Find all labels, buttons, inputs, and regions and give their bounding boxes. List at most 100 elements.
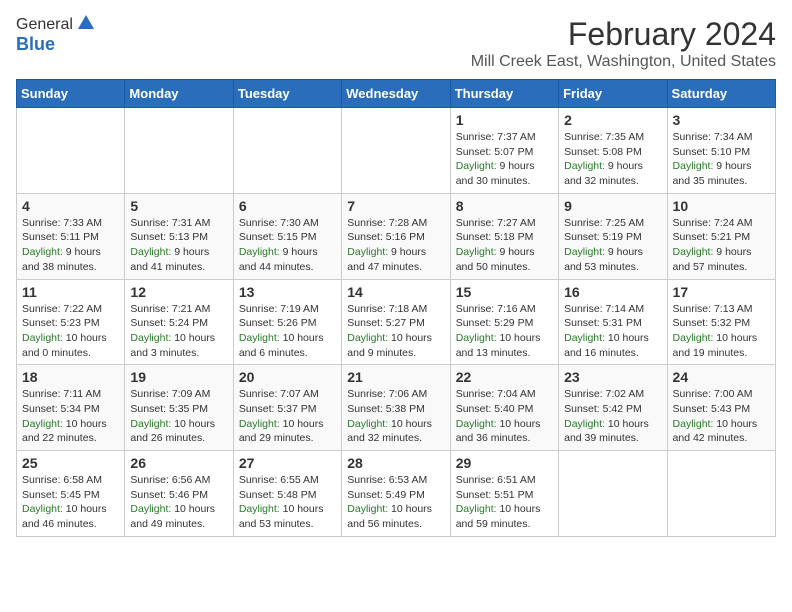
- calendar-cell: 21 Sunrise: 7:06 AMSunset: 5:38 PMDayligh…: [342, 365, 450, 451]
- calendar-cell: 24Sunrise: 7:00 AMSunset: 5:43 PMDayligh…: [667, 365, 775, 451]
- calendar-title: February 2024: [471, 16, 776, 53]
- day-number: 22: [456, 369, 553, 385]
- day-number: 8: [456, 198, 553, 214]
- col-tuesday: Tuesday: [233, 80, 341, 108]
- calendar-cell: [342, 108, 450, 194]
- day-number: 12: [130, 284, 227, 300]
- calendar-table: Sunday Monday Tuesday Wednesday Thursday…: [16, 79, 776, 537]
- day-info: Sunrise: 6:58 AMSunset: 5:45 PMDaylight:…: [22, 473, 119, 532]
- day-number: 2: [564, 112, 661, 128]
- col-friday: Friday: [559, 80, 667, 108]
- day-number: 7: [347, 198, 444, 214]
- day-info: Sunrise: 7:13 AMSunset: 5:32 PMDaylight:…: [673, 302, 770, 361]
- day-info: Sunrise: 7:02 AMSunset: 5:42 PMDaylight:…: [564, 387, 661, 446]
- calendar-cell: 28 Sunrise: 6:53 AMSunset: 5:49 PMDayligh…: [342, 451, 450, 537]
- calendar-cell: 2 Sunrise: 7:35 AMSunset: 5:08 PMDaylight…: [559, 108, 667, 194]
- day-number: 19: [130, 369, 227, 385]
- calendar-cell: 22 Sunrise: 7:04 AMSunset: 5:40 PMDayligh…: [450, 365, 558, 451]
- day-number: 29: [456, 455, 553, 471]
- day-info: Sunrise: 7:27 AMSunset: 5:18 PMDaylight:…: [456, 216, 553, 275]
- day-info: Sunrise: 7:35 AMSunset: 5:08 PMDaylight:…: [564, 130, 661, 189]
- day-info: Sunrise: 7:22 AMSunset: 5:23 PMDaylight:…: [22, 302, 119, 361]
- day-number: 11: [22, 284, 119, 300]
- day-info: Sunrise: 7:37 AMSunset: 5:07 PMDaylight:…: [456, 130, 553, 189]
- day-info: Sunrise: 7:28 AMSunset: 5:16 PMDaylight:…: [347, 216, 444, 275]
- title-block: February 2024 Mill Creek East, Washingto…: [471, 16, 776, 71]
- logo-blue-text: Blue: [16, 34, 94, 55]
- day-number: 3: [673, 112, 770, 128]
- calendar-cell: 13 Sunrise: 7:19 AMSunset: 5:26 PMDayligh…: [233, 279, 341, 365]
- day-number: 9: [564, 198, 661, 214]
- day-number: 4: [22, 198, 119, 214]
- day-info: Sunrise: 7:09 AMSunset: 5:35 PMDaylight:…: [130, 387, 227, 446]
- day-info: Sunrise: 7:04 AMSunset: 5:40 PMDaylight:…: [456, 387, 553, 446]
- day-info: Sunrise: 7:07 AMSunset: 5:37 PMDaylight:…: [239, 387, 336, 446]
- calendar-cell: 26 Sunrise: 6:56 AMSunset: 5:46 PMDayligh…: [125, 451, 233, 537]
- day-number: 24: [673, 369, 770, 385]
- calendar-cell: [559, 451, 667, 537]
- calendar-cell: [233, 108, 341, 194]
- day-number: 5: [130, 198, 227, 214]
- calendar-week-3: 11 Sunrise: 7:22 AMSunset: 5:23 PMDayligh…: [17, 279, 776, 365]
- col-wednesday: Wednesday: [342, 80, 450, 108]
- calendar-cell: 6Sunrise: 7:30 AMSunset: 5:15 PMDaylight…: [233, 193, 341, 279]
- calendar-cell: 29Sunrise: 6:51 AMSunset: 5:51 PMDayligh…: [450, 451, 558, 537]
- calendar-cell: 18 Sunrise: 7:11 AMSunset: 5:34 PMDayligh…: [17, 365, 125, 451]
- day-number: 14: [347, 284, 444, 300]
- day-info: Sunrise: 7:06 AMSunset: 5:38 PMDaylight:…: [347, 387, 444, 446]
- calendar-cell: 9Sunrise: 7:25 AMSunset: 5:19 PMDaylight…: [559, 193, 667, 279]
- day-info: Sunrise: 7:21 AMSunset: 5:24 PMDaylight:…: [130, 302, 227, 361]
- day-info: Sunrise: 7:30 AMSunset: 5:15 PMDaylight:…: [239, 216, 336, 275]
- calendar-week-2: 4 Sunrise: 7:33 AMSunset: 5:11 PMDaylight…: [17, 193, 776, 279]
- day-info: Sunrise: 7:24 AMSunset: 5:21 PMDaylight:…: [673, 216, 770, 275]
- day-number: 17: [673, 284, 770, 300]
- day-info: Sunrise: 6:56 AMSunset: 5:46 PMDaylight:…: [130, 473, 227, 532]
- calendar-cell: 15Sunrise: 7:16 AMSunset: 5:29 PMDayligh…: [450, 279, 558, 365]
- day-info: Sunrise: 6:53 AMSunset: 5:49 PMDaylight:…: [347, 473, 444, 532]
- day-info: Sunrise: 7:31 AMSunset: 5:13 PMDaylight:…: [130, 216, 227, 275]
- day-info: Sunrise: 7:19 AMSunset: 5:26 PMDaylight:…: [239, 302, 336, 361]
- day-number: 27: [239, 455, 336, 471]
- day-number: 15: [456, 284, 553, 300]
- calendar-cell: 10Sunrise: 7:24 AMSunset: 5:21 PMDayligh…: [667, 193, 775, 279]
- calendar-cell: [125, 108, 233, 194]
- day-number: 25: [22, 455, 119, 471]
- calendar-cell: [667, 451, 775, 537]
- calendar-cell: 1Sunrise: 7:37 AMSunset: 5:07 PMDaylight…: [450, 108, 558, 194]
- calendar-cell: 23 Sunrise: 7:02 AMSunset: 5:42 PMDayligh…: [559, 365, 667, 451]
- calendar-week-4: 18 Sunrise: 7:11 AMSunset: 5:34 PMDayligh…: [17, 365, 776, 451]
- calendar-cell: 20 Sunrise: 7:07 AMSunset: 5:37 PMDayligh…: [233, 365, 341, 451]
- day-number: 13: [239, 284, 336, 300]
- calendar-cell: [17, 108, 125, 194]
- calendar-cell: 5 Sunrise: 7:31 AMSunset: 5:13 PMDaylight…: [125, 193, 233, 279]
- calendar-cell: 7 Sunrise: 7:28 AMSunset: 5:16 PMDaylight…: [342, 193, 450, 279]
- calendar-cell: 14 Sunrise: 7:18 AMSunset: 5:27 PMDayligh…: [342, 279, 450, 365]
- day-info: Sunrise: 6:55 AMSunset: 5:48 PMDaylight:…: [239, 473, 336, 532]
- calendar-cell: 4 Sunrise: 7:33 AMSunset: 5:11 PMDaylight…: [17, 193, 125, 279]
- calendar-cell: 25 Sunrise: 6:58 AMSunset: 5:45 PMDayligh…: [17, 451, 125, 537]
- col-monday: Monday: [125, 80, 233, 108]
- calendar-cell: 8 Sunrise: 7:27 AMSunset: 5:18 PMDaylight…: [450, 193, 558, 279]
- calendar-cell: 17 Sunrise: 7:13 AMSunset: 5:32 PMDayligh…: [667, 279, 775, 365]
- day-number: 28: [347, 455, 444, 471]
- day-info: Sunrise: 7:11 AMSunset: 5:34 PMDaylight:…: [22, 387, 119, 446]
- day-number: 21: [347, 369, 444, 385]
- day-number: 16: [564, 284, 661, 300]
- calendar-cell: 16 Sunrise: 7:14 AMSunset: 5:31 PMDayligh…: [559, 279, 667, 365]
- day-number: 18: [22, 369, 119, 385]
- day-info: Sunrise: 7:33 AMSunset: 5:11 PMDaylight:…: [22, 216, 119, 275]
- calendar-cell: 12 Sunrise: 7:21 AMSunset: 5:24 PMDayligh…: [125, 279, 233, 365]
- day-info: Sunrise: 7:34 AMSunset: 5:10 PMDaylight:…: [673, 130, 770, 189]
- calendar-subtitle: Mill Creek East, Washington, United Stat…: [471, 53, 776, 71]
- day-number: 26: [130, 455, 227, 471]
- calendar-week-1: 1Sunrise: 7:37 AMSunset: 5:07 PMDaylight…: [17, 108, 776, 194]
- col-saturday: Saturday: [667, 80, 775, 108]
- calendar-cell: 3 Sunrise: 7:34 AMSunset: 5:10 PMDaylight…: [667, 108, 775, 194]
- day-info: Sunrise: 7:14 AMSunset: 5:31 PMDaylight:…: [564, 302, 661, 361]
- calendar-body: 1Sunrise: 7:37 AMSunset: 5:07 PMDaylight…: [17, 108, 776, 537]
- day-number: 20: [239, 369, 336, 385]
- day-number: 23: [564, 369, 661, 385]
- calendar-header: Sunday Monday Tuesday Wednesday Thursday…: [17, 80, 776, 108]
- calendar-cell: 11 Sunrise: 7:22 AMSunset: 5:23 PMDayligh…: [17, 279, 125, 365]
- day-info: Sunrise: 7:18 AMSunset: 5:27 PMDaylight:…: [347, 302, 444, 361]
